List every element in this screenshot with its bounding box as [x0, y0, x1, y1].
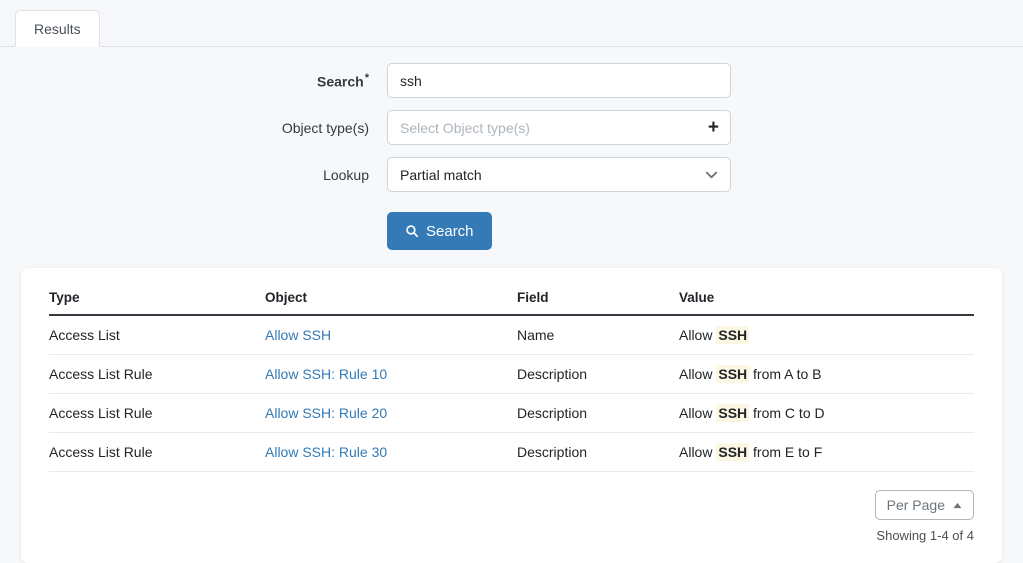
- showing-count: Showing 1-4 of 4: [876, 528, 974, 543]
- object-types-label: Object type(s): [281, 119, 369, 136]
- cell-type: Access List: [49, 315, 265, 355]
- value-highlight: SSH: [716, 443, 750, 461]
- column-header-object: Object: [265, 290, 517, 316]
- chevron-down-icon-glyph: [705, 171, 718, 179]
- cell-type: Access List Rule: [49, 354, 265, 394]
- table-header-row: Type Object Field Value: [49, 290, 974, 316]
- submit-row: Search: [0, 212, 1023, 250]
- cell-type: Access List Rule: [49, 432, 265, 472]
- cell-value: Allow SSH from A to B: [679, 354, 974, 394]
- object-types-input[interactable]: Select Object type(s): [387, 110, 731, 145]
- search-input-value: ssh: [400, 72, 422, 89]
- value-highlight: SSH: [716, 365, 750, 383]
- object-types-placeholder: Select Object type(s): [400, 119, 530, 136]
- tab-results-label: Results: [34, 20, 81, 37]
- table-row: Access List Rule Allow SSH: Rule 30 Desc…: [49, 432, 974, 472]
- cell-field: Description: [517, 432, 679, 472]
- tab-results[interactable]: Results: [15, 10, 100, 47]
- cell-object: Allow SSH: Rule 10: [265, 354, 517, 394]
- object-link[interactable]: Allow SSH: [265, 327, 331, 343]
- value-prefix: Allow: [679, 444, 717, 460]
- cell-field: Description: [517, 354, 679, 394]
- search-icon: [406, 225, 419, 238]
- search-button[interactable]: Search: [387, 212, 492, 250]
- value-highlight: SSH: [716, 404, 750, 422]
- search-label-text: Search: [317, 73, 364, 90]
- cell-type: Access List Rule: [49, 393, 265, 433]
- results-table: Type Object Field Value Access List Allo…: [49, 290, 974, 472]
- results-card: Type Object Field Value Access List Allo…: [21, 268, 1002, 563]
- form-row-lookup: Lookup Partial match: [0, 157, 1023, 192]
- plus-icon-glyph: +: [707, 117, 719, 138]
- cell-value: Allow SSH from C to D: [679, 393, 974, 433]
- per-page-button[interactable]: Per Page: [874, 490, 974, 520]
- table-row: Access List Rule Allow SSH: Rule 10 Desc…: [49, 354, 974, 394]
- cell-field: Name: [517, 315, 679, 355]
- value-suffix: from E to F: [749, 444, 823, 460]
- plus-icon[interactable]: +: [708, 110, 719, 145]
- results-table-head: Type Object Field Value: [49, 290, 974, 316]
- column-header-type: Type: [49, 290, 265, 316]
- value-suffix: from C to D: [749, 405, 825, 421]
- submit-row-spacer: [0, 212, 387, 250]
- lookup-selected-value: Partial match: [400, 166, 482, 183]
- value-prefix: Allow: [679, 327, 717, 343]
- cell-object: Allow SSH: Rule 20: [265, 393, 517, 433]
- object-link[interactable]: Allow SSH: Rule 20: [265, 405, 387, 421]
- table-row: Access List Allow SSH Name Allow SSH: [49, 315, 974, 355]
- pagination: Per Page Showing 1-4 of 4: [49, 490, 974, 543]
- cell-object: Allow SSH: Rule 30: [265, 432, 517, 472]
- value-prefix: Allow: [679, 405, 717, 421]
- cell-field: Description: [517, 393, 679, 433]
- per-page-label: Per Page: [886, 497, 945, 513]
- object-link[interactable]: Allow SSH: Rule 10: [265, 366, 387, 382]
- column-header-value: Value: [679, 290, 974, 316]
- lookup-field-wrap: Partial match: [387, 157, 731, 192]
- lookup-label: Lookup: [323, 166, 369, 183]
- table-row: Access List Rule Allow SSH: Rule 20 Desc…: [49, 393, 974, 433]
- object-link[interactable]: Allow SSH: Rule 30: [265, 444, 387, 460]
- form-row-object-types: Object type(s) Select Object type(s) +: [0, 110, 1023, 145]
- cell-value: Allow SSH: [679, 315, 974, 355]
- cell-object: Allow SSH: [265, 315, 517, 355]
- search-field-wrap: ssh: [387, 63, 731, 98]
- results-table-body: Access List Allow SSH Name Allow SSH Acc…: [49, 315, 974, 472]
- object-types-field-wrap: Select Object type(s) +: [387, 110, 731, 145]
- search-button-label: Search: [426, 222, 474, 240]
- required-asterisk: *: [364, 71, 369, 84]
- chevron-down-icon[interactable]: [704, 157, 719, 192]
- cell-value: Allow SSH from E to F: [679, 432, 974, 472]
- lookup-select[interactable]: Partial match: [387, 157, 731, 192]
- form-row-search: Search* ssh: [0, 63, 1023, 98]
- value-highlight: SSH: [716, 326, 750, 344]
- value-suffix: from A to B: [749, 366, 822, 382]
- caret-up-icon: [953, 502, 962, 508]
- column-header-field: Field: [517, 290, 679, 316]
- search-label: Search*: [0, 72, 387, 90]
- tab-bar: Results: [0, 0, 1023, 47]
- search-form: Search* ssh Object type(s) Select Object…: [0, 47, 1023, 250]
- search-input[interactable]: ssh: [387, 63, 731, 98]
- value-prefix: Allow: [679, 366, 717, 382]
